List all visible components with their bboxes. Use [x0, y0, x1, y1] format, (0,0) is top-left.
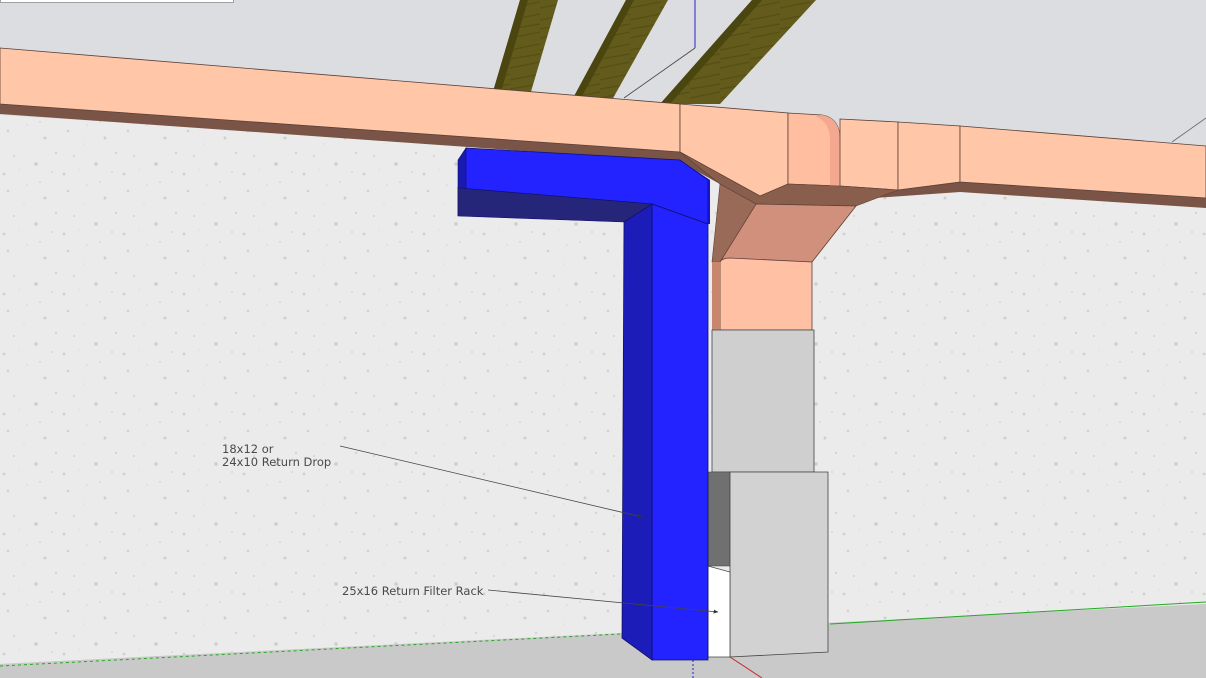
annotation-filter-rack-text: 25x16 Return Filter Rack [342, 584, 484, 598]
annotation-return-drop-line2: 24x10 Return Drop [222, 455, 331, 469]
toolbar-edge [0, 0, 234, 3]
sketchup-viewport[interactable]: 18x12 or 24x10 Return Drop 25x16 Return … [0, 0, 1206, 678]
annotation-return-drop-line1: 18x12 or [222, 442, 274, 456]
3d-model-scene[interactable]: 18x12 or 24x10 Return Drop 25x16 Return … [0, 0, 1206, 678]
